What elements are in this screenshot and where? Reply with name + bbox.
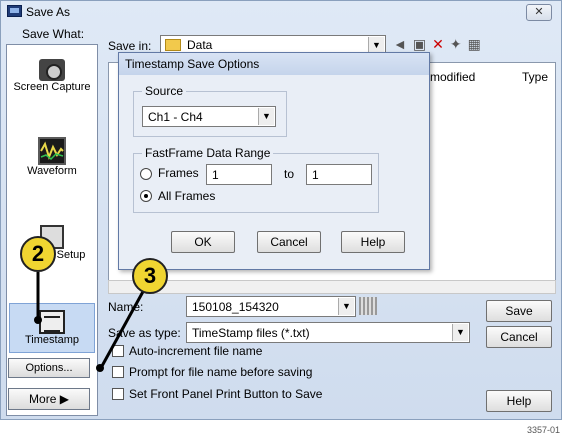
figure-id: 3357-01 (526, 425, 560, 435)
callout-2: 2 (20, 236, 56, 272)
callout-leaders (34, 272, 147, 372)
callout-3: 3 (132, 258, 168, 294)
